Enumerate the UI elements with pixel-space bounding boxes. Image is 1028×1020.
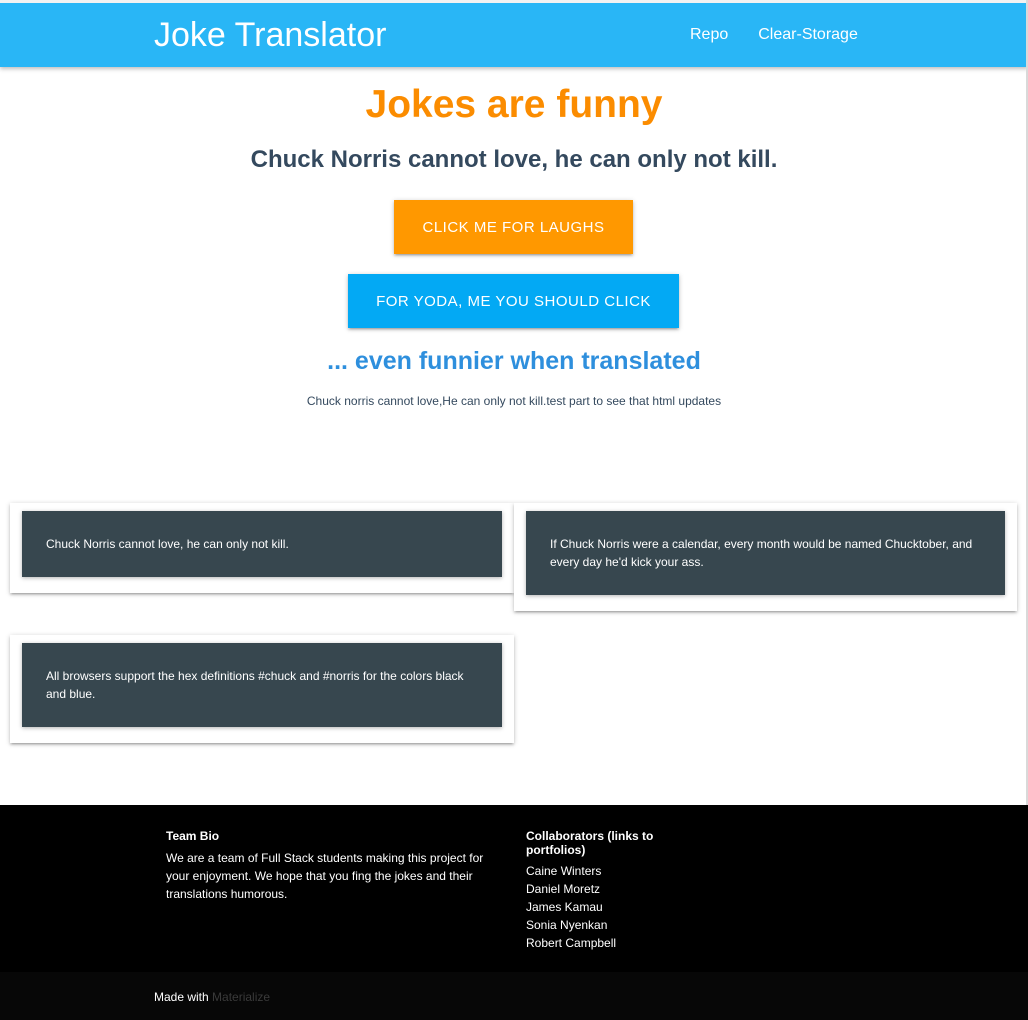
nav-link-repo[interactable]: Repo: [690, 25, 728, 45]
yoda-button[interactable]: FOR YODA, ME YOU SHOULD CLICK: [348, 274, 679, 328]
made-with: Made with Materialize: [154, 990, 270, 1004]
team-bio-title: Team Bio: [166, 829, 220, 843]
joke-card: Chuck Norris cannot love, he can only no…: [10, 503, 514, 593]
brand-logo[interactable]: Joke Translator: [154, 15, 386, 55]
nav-links: Repo Clear-Storage: [690, 25, 858, 45]
materialize-link[interactable]: Materialize: [212, 990, 270, 1004]
joke-card-text: All browsers support the hex definitions…: [22, 643, 502, 727]
translated-joke: Chuck norris cannot love,He can only not…: [306, 394, 722, 408]
page-title: Jokes are funny: [365, 83, 663, 126]
joke-card: All browsers support the hex definitions…: [10, 635, 514, 743]
team-bio-text: We are a team of Full Stack students mak…: [166, 851, 484, 901]
joke-card-text: If Chuck Norris were a calendar, every m…: [526, 511, 1005, 595]
collaborators-list: Caine Winters Daniel Moretz James Kamau …: [526, 862, 616, 952]
laughs-button[interactable]: CLICK ME FOR LAUGHS: [394, 200, 633, 254]
collaborators-title: Collaborators (links to portfolios): [526, 829, 654, 857]
translated-heading: ... even funnier when translated: [327, 347, 701, 375]
made-with-label: Made with: [154, 990, 209, 1004]
collaborator-link[interactable]: Sonia Nyenkan: [526, 916, 616, 934]
collaborator-link[interactable]: Robert Campbell: [526, 934, 616, 952]
current-joke: Chuck Norris cannot love, he can only no…: [250, 146, 778, 173]
joke-card: If Chuck Norris were a calendar, every m…: [514, 503, 1017, 611]
collaborator-link[interactable]: Caine Winters: [526, 862, 616, 880]
navbar: Joke Translator Repo Clear-Storage: [0, 0, 1028, 67]
nav-link-clear-storage[interactable]: Clear-Storage: [758, 25, 858, 45]
collaborator-link[interactable]: Daniel Moretz: [526, 880, 616, 898]
collaborator-link[interactable]: James Kamau: [526, 898, 616, 916]
joke-card-text: Chuck Norris cannot love, he can only no…: [22, 511, 502, 577]
